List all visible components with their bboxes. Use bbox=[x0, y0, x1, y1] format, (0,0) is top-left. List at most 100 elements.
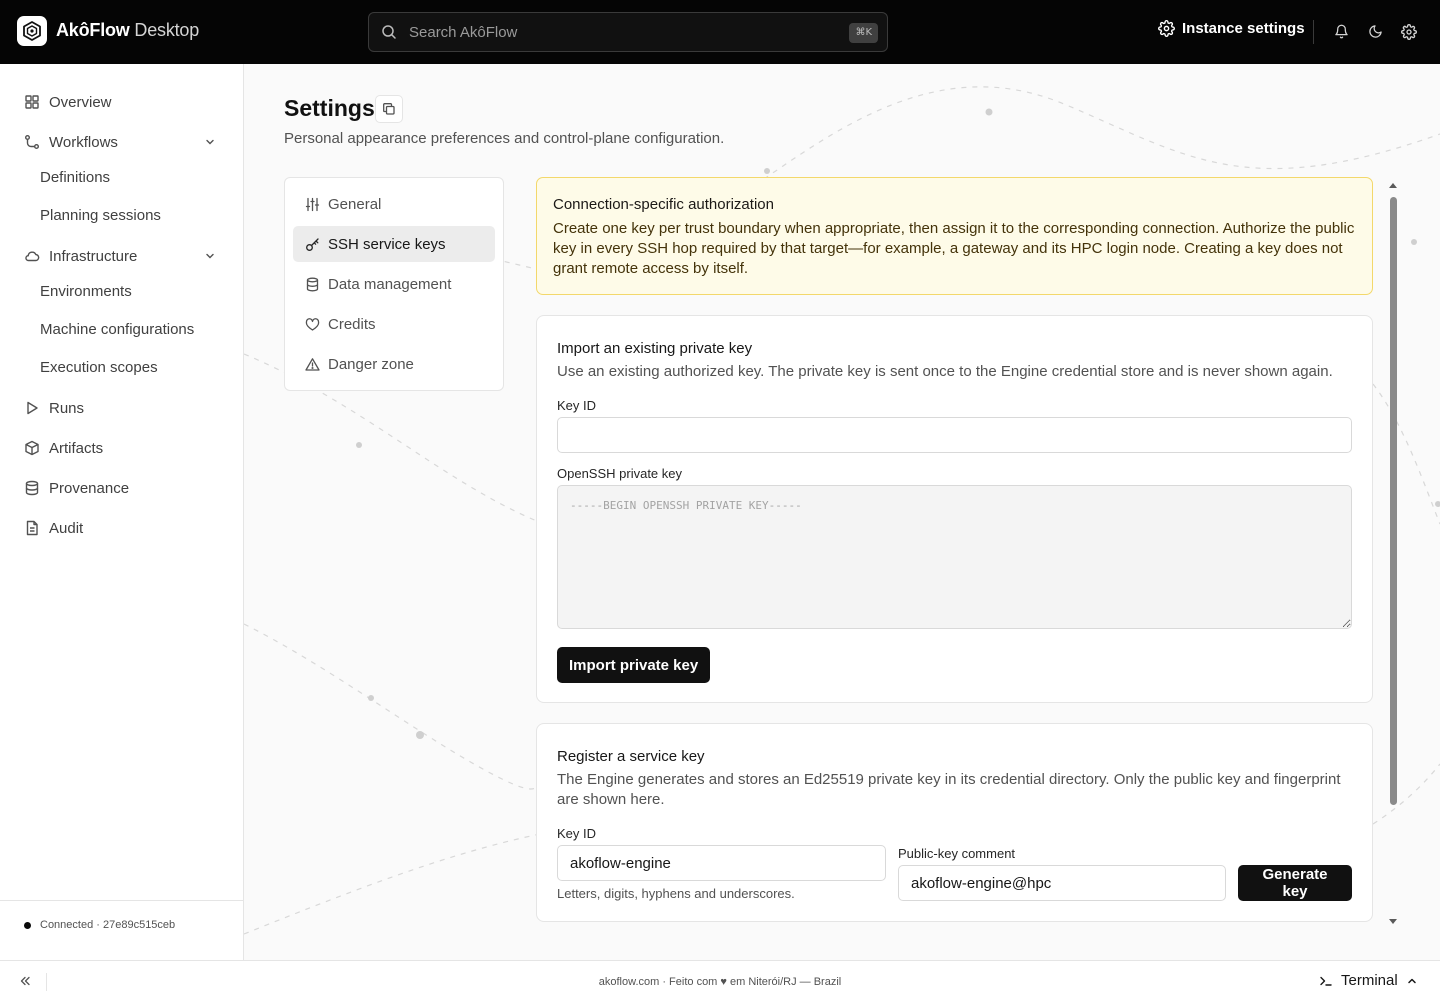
box-icon bbox=[24, 440, 40, 456]
register-card-description: The Engine generates and stores an Ed255… bbox=[557, 771, 1341, 808]
gear-icon[interactable] bbox=[1401, 24, 1417, 40]
footer-bar: akoflow.com · Feito com ♥ em Niterói/RJ … bbox=[0, 960, 1440, 1000]
sidebar-item-label: Provenance bbox=[49, 479, 130, 497]
sidebar-item-workflows[interactable]: Workflows bbox=[24, 131, 220, 153]
import-private-key-card: Import an existing private key Use an ex… bbox=[536, 315, 1373, 703]
sidebar-item-label: Workflows bbox=[49, 133, 118, 151]
settings-nav-label: SSH service keys bbox=[328, 235, 446, 253]
database-icon bbox=[305, 277, 320, 292]
sidebar-item-planning-sessions[interactable]: Planning sessions bbox=[40, 207, 161, 224]
footer-credit: akoflow.com · Feito com ♥ em Niterói/RJ … bbox=[598, 976, 842, 988]
settings-nav-danger-zone[interactable]: Danger zone bbox=[293, 346, 495, 382]
bell-icon[interactable] bbox=[1334, 24, 1349, 39]
connection-status-text: Connected · 27e89c515ceb bbox=[40, 919, 176, 931]
register-key-id-input[interactable] bbox=[557, 845, 886, 881]
settings-nav-ssh-service-keys[interactable]: SSH service keys bbox=[293, 226, 495, 262]
brand-name: AkôFlow bbox=[56, 20, 130, 40]
scroll-up-arrow-icon[interactable] bbox=[1388, 181, 1398, 189]
sidebar-item-label: Infrastructure bbox=[49, 247, 138, 265]
page-title: Settings bbox=[284, 95, 375, 121]
terminal-toggle-button[interactable]: Terminal bbox=[1319, 972, 1418, 989]
status-dot-icon bbox=[24, 921, 31, 929]
settings-nav-credits[interactable]: Credits bbox=[293, 306, 495, 342]
terminal-label: Terminal bbox=[1341, 972, 1398, 989]
main-content: Settings Personal appearance preferences… bbox=[244, 64, 1440, 960]
file-icon bbox=[24, 520, 40, 536]
instance-settings-button[interactable]: Instance settings bbox=[1158, 20, 1305, 37]
cloud-icon bbox=[24, 248, 40, 264]
akoflow-logo-icon[interactable] bbox=[17, 16, 47, 46]
search-icon bbox=[381, 24, 397, 40]
sidebar-item-runs[interactable]: Runs bbox=[24, 397, 220, 419]
content-scrollbar[interactable] bbox=[1388, 181, 1398, 926]
import-card-description: Use an existing authorized key. The priv… bbox=[557, 363, 1333, 380]
settings-nav: General SSH service keys Data management… bbox=[284, 177, 504, 391]
sidebar: Overview Workflows Definitions Planning … bbox=[0, 64, 244, 960]
authorization-notice: Connection-specific authorization Create… bbox=[536, 177, 1373, 295]
settings-nav-label: Data management bbox=[328, 275, 452, 293]
topbar-divider bbox=[1313, 20, 1314, 44]
app-brand[interactable]: AkôFlow Desktop bbox=[56, 20, 199, 41]
chevron-down-icon[interactable] bbox=[204, 250, 216, 262]
terminal-icon bbox=[1319, 974, 1333, 988]
moon-icon[interactable] bbox=[1368, 24, 1383, 39]
register-card-title: Register a service key bbox=[557, 748, 705, 765]
global-search[interactable]: ⌘K bbox=[368, 12, 888, 52]
grid-icon bbox=[24, 94, 40, 110]
brand-suffix: Desktop bbox=[134, 20, 200, 40]
sidebar-divider bbox=[0, 900, 243, 901]
search-input[interactable] bbox=[409, 21, 829, 43]
sidebar-item-execution-scopes[interactable]: Execution scopes bbox=[40, 359, 158, 376]
chevron-up-icon bbox=[1406, 975, 1418, 987]
settings-nav-general[interactable]: General bbox=[293, 186, 495, 222]
settings-nav-label: General bbox=[328, 195, 382, 213]
settings-nav-label: Danger zone bbox=[328, 355, 414, 373]
top-bar: AkôFlow Desktop ⌘K Instance settings bbox=[0, 0, 1440, 64]
import-key-id-input[interactable] bbox=[557, 417, 1352, 453]
copy-icon bbox=[382, 102, 396, 116]
scrollbar-thumb[interactable] bbox=[1390, 197, 1397, 805]
key-icon bbox=[305, 237, 320, 252]
import-card-title: Import an existing private key bbox=[557, 340, 753, 357]
database-icon bbox=[24, 480, 40, 496]
settings-nav-label: Credits bbox=[328, 315, 376, 333]
sidebar-item-machine-configurations[interactable]: Machine configurations bbox=[40, 321, 194, 338]
notice-body: Create one key per trust boundary when a… bbox=[553, 220, 1355, 277]
gear-icon bbox=[1158, 20, 1175, 37]
instance-settings-label: Instance settings bbox=[1182, 20, 1305, 37]
sidebar-item-artifacts[interactable]: Artifacts bbox=[24, 437, 220, 459]
key-id-label: Key ID bbox=[557, 398, 597, 413]
sidebar-item-provenance[interactable]: Provenance bbox=[24, 477, 220, 499]
sidebar-item-overview[interactable]: Overview bbox=[24, 91, 220, 113]
sidebar-item-definitions[interactable]: Definitions bbox=[40, 169, 110, 186]
public-key-comment-label: Public-key comment bbox=[898, 846, 1016, 861]
connection-status: Connected · 27e89c515ceb bbox=[24, 919, 175, 931]
sidebar-item-label: Overview bbox=[49, 93, 112, 111]
search-shortcut-badge: ⌘K bbox=[849, 23, 878, 43]
chevron-down-icon[interactable] bbox=[204, 136, 216, 148]
copy-button[interactable] bbox=[375, 95, 403, 123]
generate-key-button[interactable]: Generate key bbox=[1238, 865, 1352, 901]
register-service-key-card: Register a service key The Engine genera… bbox=[536, 723, 1373, 922]
sidebar-item-infrastructure[interactable]: Infrastructure bbox=[24, 245, 220, 267]
scroll-down-arrow-icon[interactable] bbox=[1388, 918, 1398, 926]
settings-nav-data-management[interactable]: Data management bbox=[293, 266, 495, 302]
sidebar-item-label: Artifacts bbox=[49, 439, 104, 457]
warning-icon bbox=[305, 357, 320, 372]
register-key-id-label: Key ID bbox=[557, 826, 597, 841]
sidebar-item-audit[interactable]: Audit bbox=[24, 517, 220, 539]
import-private-key-button[interactable]: Import private key bbox=[557, 647, 711, 683]
key-id-hint: Letters, digits, hyphens and underscores… bbox=[557, 886, 795, 901]
notice-title: Connection-specific authorization bbox=[553, 196, 774, 213]
sidebar-item-label: Audit bbox=[49, 519, 84, 537]
public-key-comment-input[interactable] bbox=[898, 865, 1226, 901]
play-icon bbox=[24, 400, 40, 416]
heart-icon bbox=[305, 317, 320, 332]
private-key-textarea[interactable] bbox=[557, 485, 1352, 629]
sidebar-item-environments[interactable]: Environments bbox=[40, 283, 132, 300]
private-key-label: OpenSSH private key bbox=[557, 466, 683, 481]
workflow-icon bbox=[24, 134, 40, 150]
sliders-icon bbox=[305, 197, 320, 212]
sidebar-item-label: Runs bbox=[49, 399, 85, 417]
page-subtitle: Personal appearance preferences and cont… bbox=[284, 130, 725, 147]
